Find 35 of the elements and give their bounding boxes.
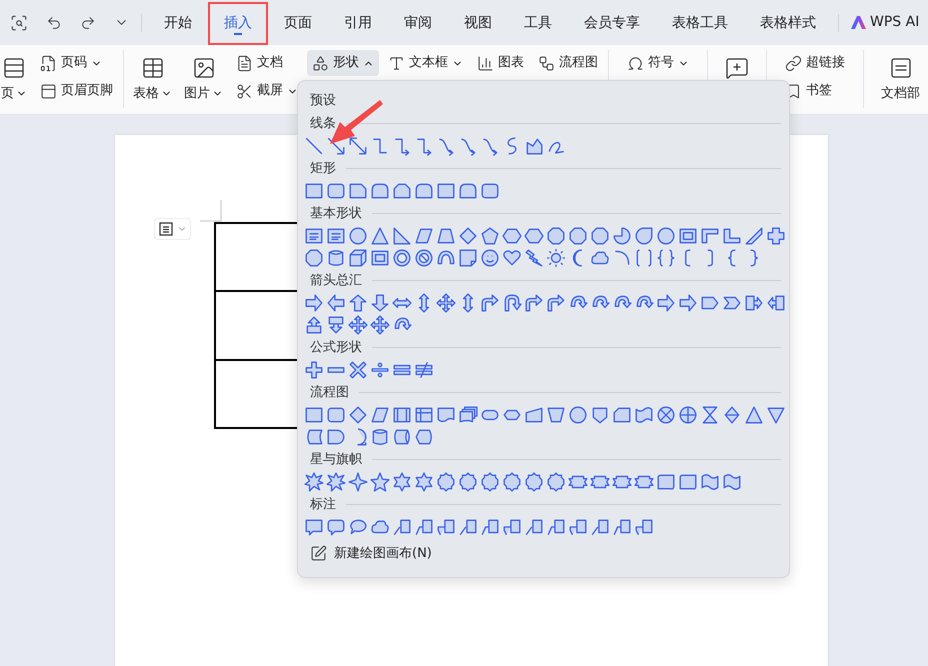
ribbon-button[interactable]: 图表 [472,50,529,76]
ribbon-tab[interactable]: 表格工具 [656,2,744,45]
section-title: 线条 [310,114,336,133]
ribbon-tab[interactable]: 表格样式 [744,2,832,45]
ribbon-tab[interactable]: 工具 [508,2,568,45]
ribbon-tab[interactable]: 引用 [328,2,388,45]
ribbon-button[interactable]: 符号 [622,50,694,76]
ribbon-tab[interactable]: 会员专享 [568,2,656,45]
ribbon-tab[interactable]: 开始 [148,2,208,45]
new-canvas-menu-item[interactable]: 新建绘图画布(N) [303,544,432,564]
ribbon-button[interactable]: 表格 [129,50,176,104]
ribbon-tab[interactable]: 页面 [268,2,328,45]
section-title: 流程图 [310,384,349,402]
section-title: 基本形状 [310,204,362,223]
section-title: 星与旗帜 [310,450,362,469]
ribbon-button[interactable]: 文档部 [877,50,924,104]
ribbon-tab[interactable]: 插入 [208,2,268,45]
ribbon-button[interactable]: 文档 [231,50,303,76]
ribbon-tab[interactable]: 审阅 [388,2,448,45]
ribbon-button[interactable]: 形状 [307,50,379,76]
ribbon-button[interactable]: 截屏 [231,78,303,104]
ribbon-button[interactable]: 图片 [180,50,227,104]
ribbon-button[interactable]: 页码 [35,50,118,76]
ribbon-tab[interactable]: 视图 [448,2,508,45]
section-title: 预设 [310,92,336,110]
ribbon-button[interactable]: 页 [0,50,31,104]
section-title: 标注 [310,496,336,514]
ribbon-button[interactable]: 文本框 [383,50,468,76]
ribbon-button[interactable]: 超链接 [780,50,850,76]
ribbon-button[interactable]: 页眉页脚 [35,78,118,104]
section-title: 矩形 [310,160,336,178]
ribbon-button[interactable]: 流程图 [533,50,603,76]
ai-button[interactable]: WPS AI [851,12,920,33]
section-title: 箭头总汇 [310,272,362,290]
section-title: 公式形状 [310,338,362,357]
